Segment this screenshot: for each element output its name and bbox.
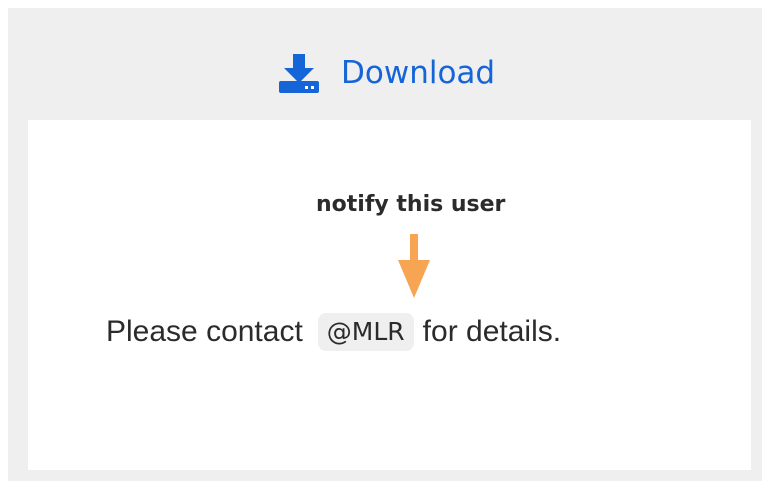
sentence-before: Please contact bbox=[106, 315, 303, 348]
sentence-after: for details. bbox=[422, 315, 562, 348]
message-sentence: Please contact @MLR for details. bbox=[106, 310, 561, 354]
download-button[interactable]: Download bbox=[278, 48, 495, 98]
image-preview: notify this user Please contact @MLR for… bbox=[28, 120, 751, 470]
download-label: Download bbox=[341, 54, 496, 91]
user-mention[interactable]: @MLR bbox=[317, 313, 414, 351]
down-arrow-icon bbox=[398, 234, 430, 298]
download-icon bbox=[278, 52, 320, 94]
attachment-frame: Download notify this user Please contact… bbox=[8, 8, 762, 481]
annotation-label: notify this user bbox=[316, 192, 506, 217]
